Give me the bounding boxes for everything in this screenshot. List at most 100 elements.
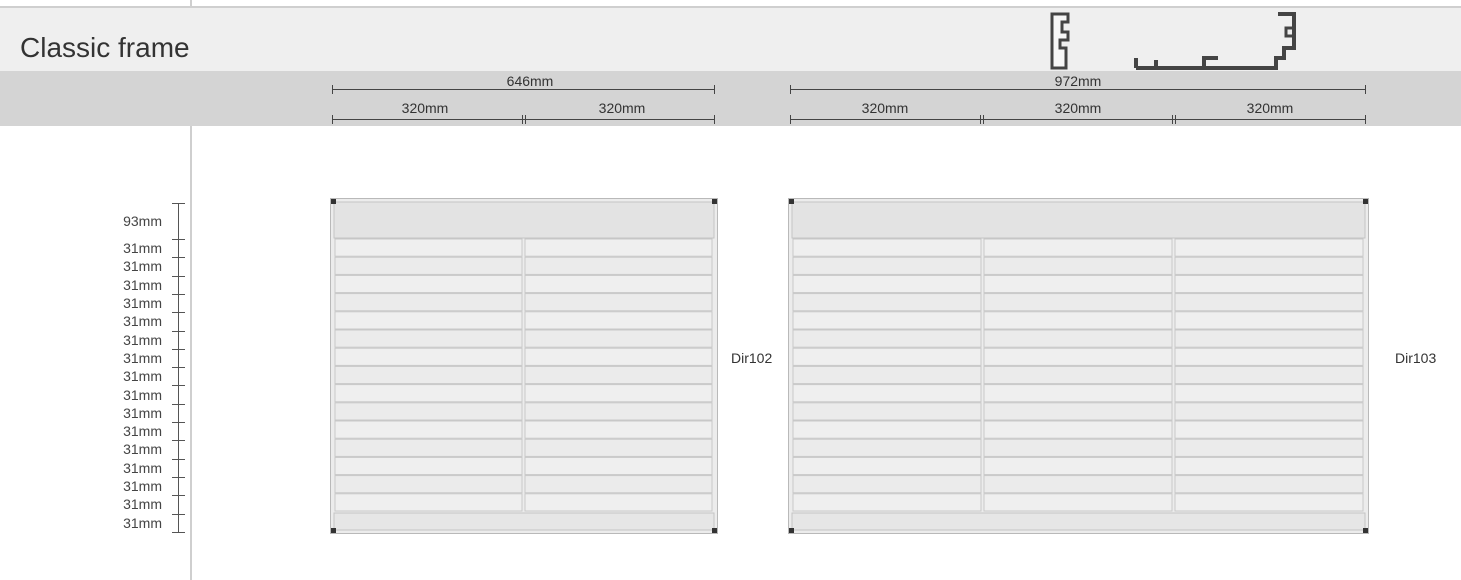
name-strip bbox=[983, 493, 1173, 512]
name-strip bbox=[334, 475, 523, 494]
ruler-tick bbox=[172, 294, 185, 295]
name-strip bbox=[1174, 329, 1364, 348]
name-strip bbox=[792, 384, 982, 403]
board-footer-panel bbox=[333, 512, 715, 531]
dim-tick bbox=[714, 85, 715, 94]
name-strip bbox=[1174, 420, 1364, 439]
board-dir103 bbox=[788, 198, 1369, 534]
dimension-band: 646mm 320mm 320mm 972mm 320mm 320mm 320m… bbox=[0, 71, 1461, 126]
dim-tick bbox=[790, 85, 791, 94]
name-strip bbox=[524, 475, 713, 494]
name-strip bbox=[524, 274, 713, 294]
row-height-label: 31mm bbox=[123, 515, 162, 531]
row-height-label: 31mm bbox=[123, 460, 162, 476]
frame-corner bbox=[1363, 199, 1368, 204]
board-dir102 bbox=[330, 198, 718, 534]
ruler-tick bbox=[172, 203, 185, 204]
dim-line-left-total bbox=[332, 89, 714, 90]
dim-tick bbox=[522, 115, 523, 124]
board-drawing bbox=[331, 199, 717, 533]
row-height-label: 31mm bbox=[123, 350, 162, 366]
dim-tick bbox=[983, 115, 984, 124]
name-strip bbox=[524, 438, 713, 457]
name-strip bbox=[983, 293, 1173, 312]
dim-right-col-1: 320mm bbox=[861, 100, 909, 116]
name-strip bbox=[983, 384, 1173, 403]
dim-left-total: 646mm bbox=[506, 73, 554, 89]
dim-tick bbox=[525, 115, 526, 124]
ruler-tick bbox=[172, 440, 185, 441]
name-strip bbox=[983, 475, 1173, 494]
name-strip bbox=[792, 347, 982, 366]
dim-line-left-cols bbox=[332, 119, 714, 120]
name-strip bbox=[1174, 365, 1364, 385]
name-strip bbox=[983, 402, 1173, 421]
name-strip bbox=[334, 438, 523, 457]
dim-tick bbox=[1365, 85, 1366, 94]
name-strip bbox=[1174, 293, 1364, 312]
name-strip bbox=[792, 475, 982, 494]
row-height-label: 31mm bbox=[123, 368, 162, 384]
ruler-tick bbox=[172, 331, 185, 332]
name-strip bbox=[334, 493, 523, 512]
row-height-label: 93mm bbox=[123, 213, 162, 229]
name-strip bbox=[792, 365, 982, 385]
dim-right-col-2: 320mm bbox=[1054, 100, 1102, 116]
dim-tick bbox=[1175, 115, 1176, 124]
name-strip bbox=[334, 384, 523, 403]
name-strip bbox=[334, 274, 523, 294]
name-strip bbox=[983, 438, 1173, 457]
row-height-label: 31mm bbox=[123, 313, 162, 329]
dim-line-right-cols bbox=[790, 119, 1365, 120]
name-strip bbox=[524, 384, 713, 403]
dim-tick bbox=[714, 115, 715, 124]
name-strip bbox=[792, 438, 982, 457]
name-strip bbox=[792, 256, 982, 275]
frame-corner bbox=[712, 528, 717, 533]
board-label-dir102: Dir102 bbox=[731, 350, 773, 366]
row-height-label: 31mm bbox=[123, 496, 162, 512]
row-height-label: 31mm bbox=[123, 332, 162, 348]
ruler-tick bbox=[172, 239, 185, 240]
name-strip bbox=[792, 493, 982, 512]
row-height-label: 31mm bbox=[123, 258, 162, 274]
name-strip bbox=[524, 238, 713, 257]
name-strip bbox=[334, 293, 523, 312]
dim-left-col-2: 320mm bbox=[598, 100, 646, 116]
name-strip bbox=[983, 311, 1173, 330]
frame-profile-icon bbox=[1050, 12, 1296, 70]
name-strip bbox=[524, 347, 713, 366]
ruler-tick bbox=[172, 459, 185, 460]
name-strip bbox=[524, 402, 713, 421]
ruler-tick bbox=[172, 495, 185, 496]
name-strip bbox=[1174, 493, 1364, 512]
ruler-tick bbox=[172, 257, 185, 258]
name-strip bbox=[1174, 347, 1364, 366]
name-strip bbox=[983, 347, 1173, 366]
name-strip bbox=[792, 311, 982, 330]
name-strip bbox=[983, 329, 1173, 348]
name-strip bbox=[334, 402, 523, 421]
board-drawing bbox=[789, 199, 1368, 533]
name-strip bbox=[1174, 384, 1364, 403]
name-strip bbox=[792, 274, 982, 294]
row-height-label: 31mm bbox=[123, 387, 162, 403]
name-strip bbox=[334, 256, 523, 275]
ruler-tick bbox=[172, 532, 185, 533]
frame-corner bbox=[789, 528, 794, 533]
dim-tick bbox=[980, 115, 981, 124]
name-strip bbox=[792, 456, 982, 476]
name-strip bbox=[524, 365, 713, 385]
dim-line-right-total bbox=[790, 89, 1365, 90]
ruler-tick bbox=[172, 349, 185, 350]
ruler-tick bbox=[172, 477, 185, 478]
dim-tick bbox=[790, 115, 791, 124]
name-strip bbox=[792, 329, 982, 348]
ruler-tick bbox=[172, 404, 185, 405]
frame-corner bbox=[1363, 528, 1368, 533]
ruler-tick bbox=[172, 312, 185, 313]
name-strip bbox=[524, 311, 713, 330]
dim-tick bbox=[1172, 115, 1173, 124]
dim-tick bbox=[332, 115, 333, 124]
ruler-tick bbox=[172, 422, 185, 423]
